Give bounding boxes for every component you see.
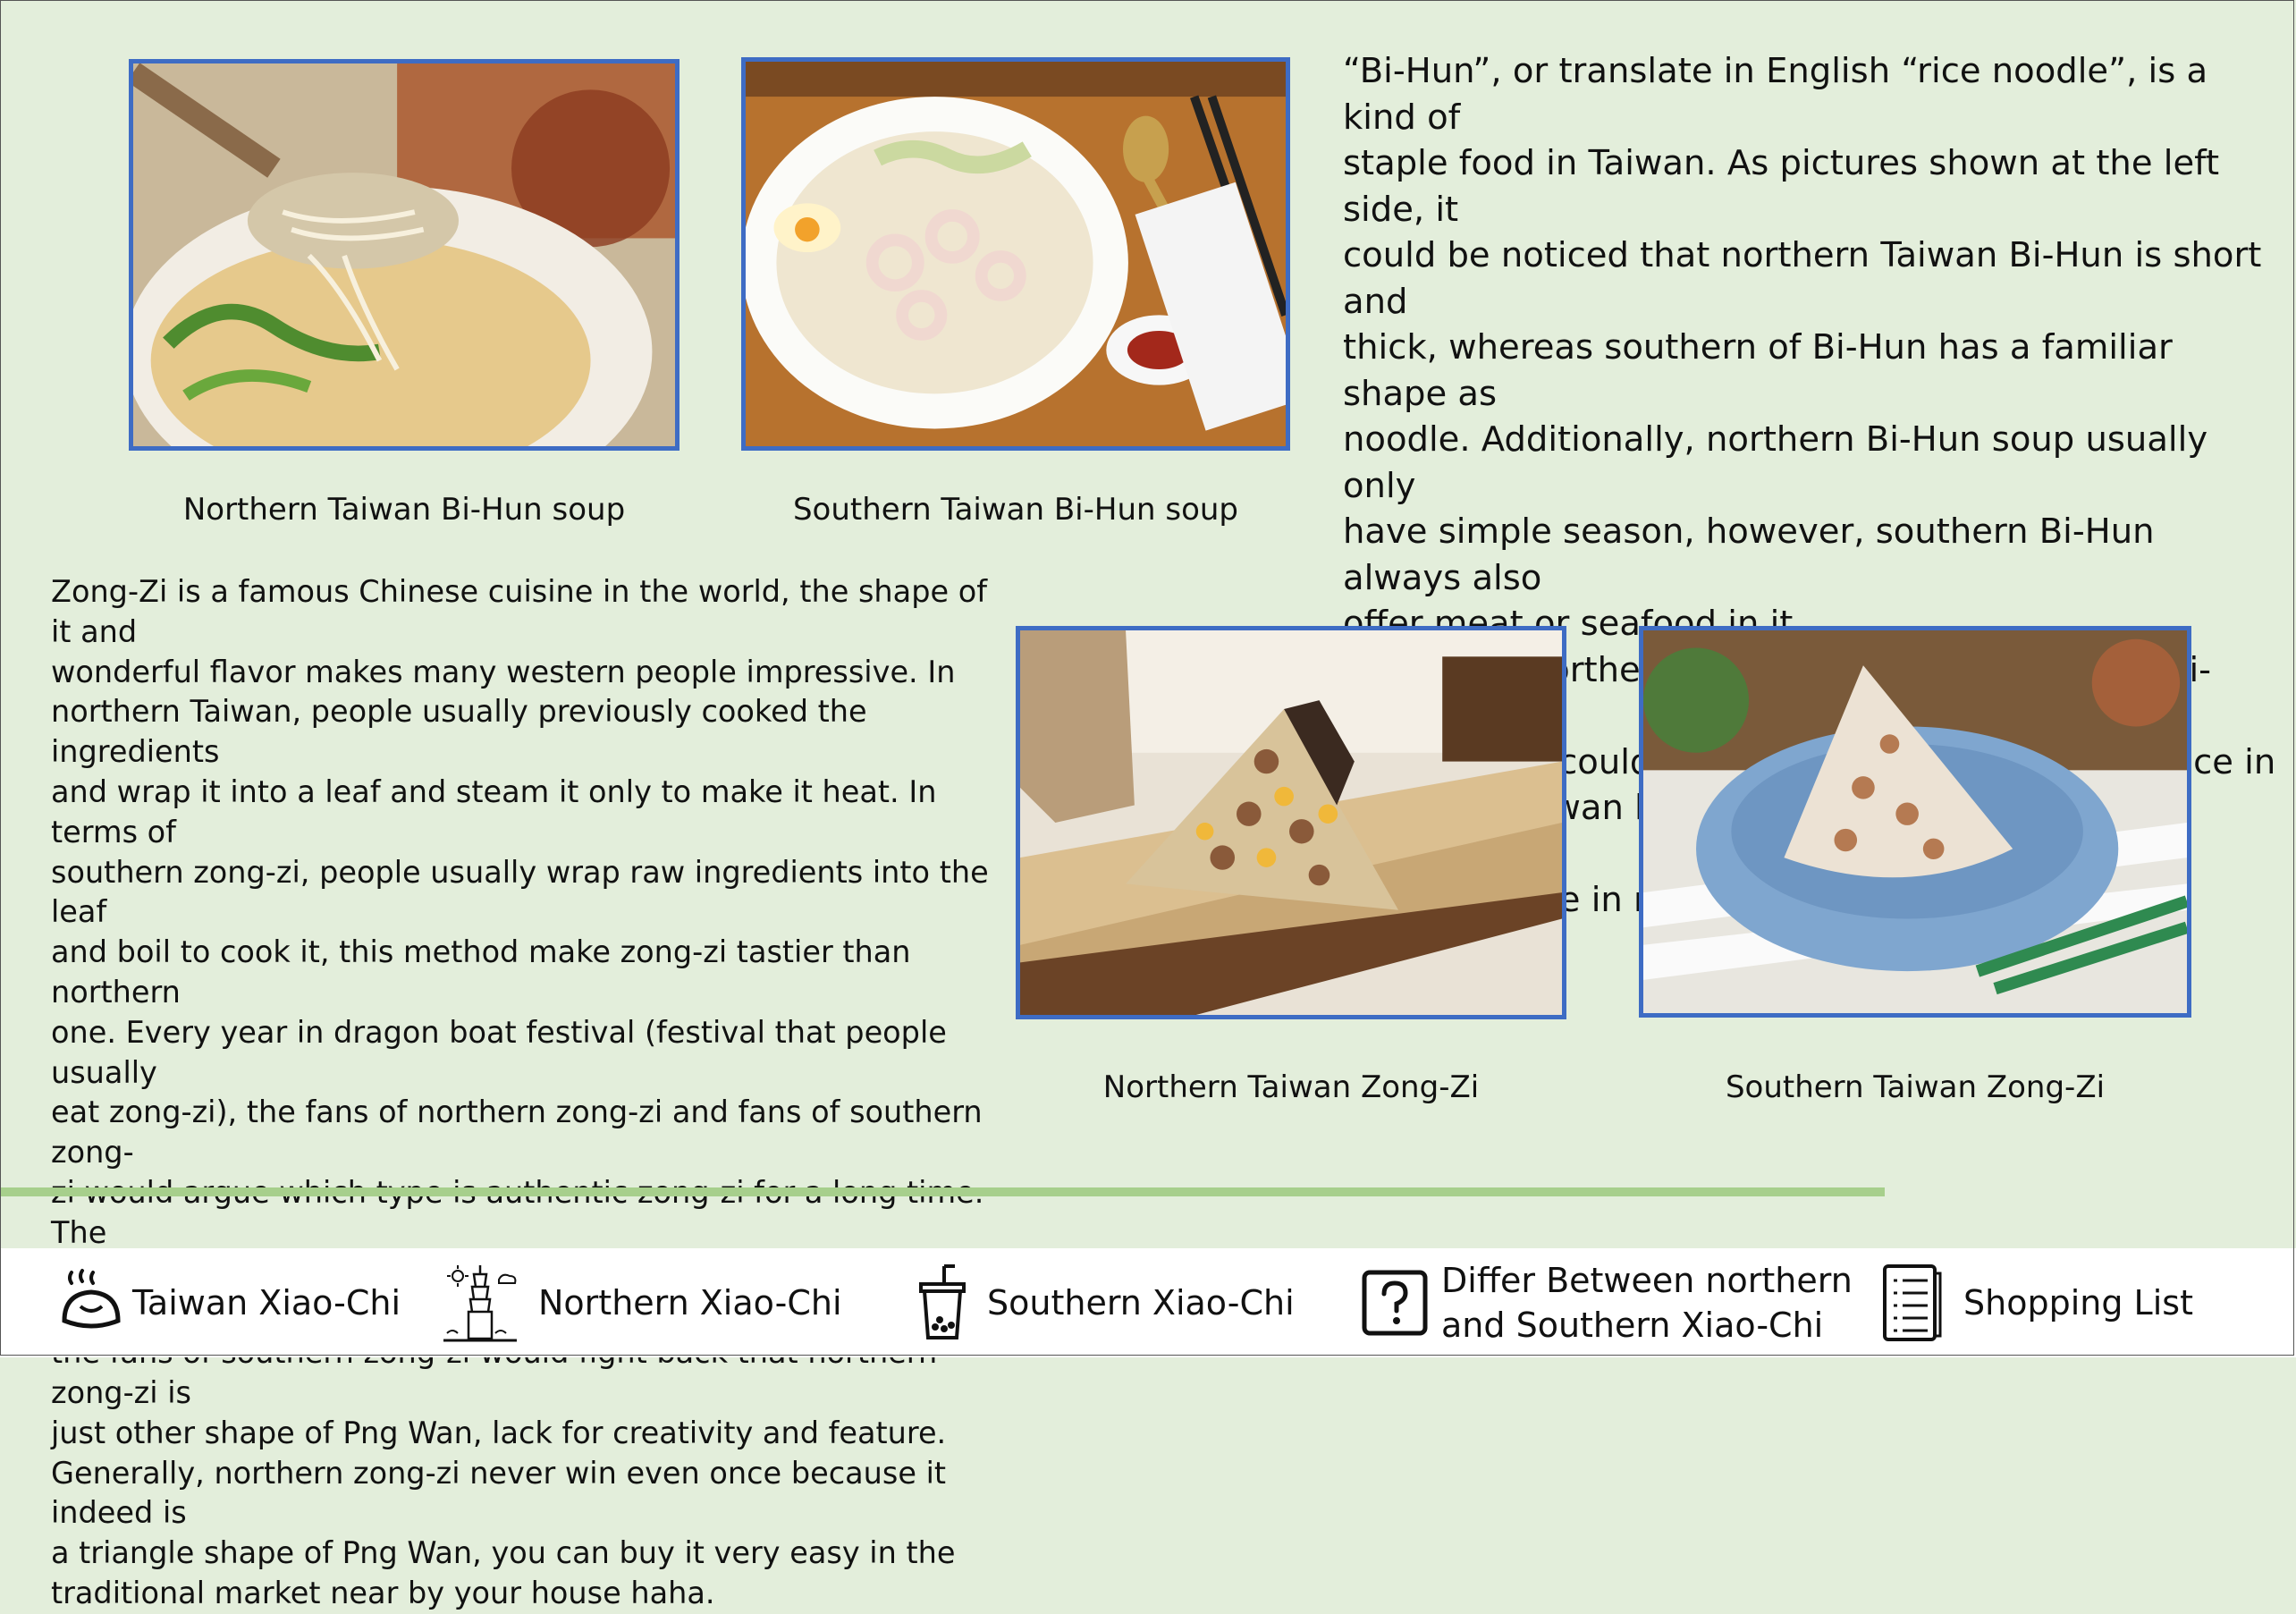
taipei-101-icon bbox=[443, 1265, 517, 1342]
northern-zongzi-photo bbox=[1016, 626, 1566, 1019]
nav-label-shopping-list: Shopping List bbox=[1963, 1283, 2193, 1322]
nav-item-differ-xiaochi[interactable]: Differ Between northern and Southern Xia… bbox=[1361, 1248, 1853, 1357]
section-divider bbox=[0, 1187, 1885, 1196]
zongzi-description: Zong-Zi is a famous Chinese cuisine in t… bbox=[51, 574, 990, 1610]
steamed-bun-icon bbox=[62, 1269, 121, 1329]
nav-label-taiwan-xiaochi: Taiwan Xiao-Chi bbox=[132, 1283, 401, 1322]
nav-item-northern-xiaochi[interactable]: Northern Xiao-Chi bbox=[440, 1248, 842, 1357]
southern-bihun-caption: Southern Taiwan Bi-Hun soup bbox=[792, 492, 1239, 528]
nav-label-northern-xiaochi: Northern Xiao-Chi bbox=[538, 1283, 842, 1322]
nav-item-taiwan-xiaochi[interactable]: Taiwan Xiao-Chi bbox=[59, 1248, 401, 1357]
southern-bihun-photo bbox=[741, 57, 1290, 451]
checklist-icon bbox=[1883, 1264, 1942, 1341]
southern-zongzi-photo bbox=[1639, 626, 2191, 1018]
northern-bihun-photo bbox=[129, 59, 680, 451]
question-box-icon bbox=[1362, 1270, 1428, 1336]
nav-label-differ-xiaochi: Differ Between northern and Southern Xia… bbox=[1441, 1261, 1853, 1345]
southern-zongzi-caption: Southern Taiwan Zong-Zi bbox=[1725, 1069, 2106, 1105]
bubble-tea-icon bbox=[919, 1264, 966, 1339]
nav-item-southern-xiaochi[interactable]: Southern Xiao-Chi bbox=[916, 1248, 1295, 1357]
northern-zongzi-caption: Northern Taiwan Zong-Zi bbox=[1102, 1069, 1480, 1105]
nav-item-shopping-list[interactable]: Shopping List bbox=[1881, 1248, 2193, 1357]
nav-label-southern-xiaochi: Southern Xiao-Chi bbox=[987, 1283, 1295, 1322]
northern-bihun-caption: Northern Taiwan Bi-Hun soup bbox=[182, 492, 626, 528]
bottom-navbar: Taiwan Xiao-Chi Northern Xiao-Chi Southe… bbox=[0, 1248, 2296, 1357]
